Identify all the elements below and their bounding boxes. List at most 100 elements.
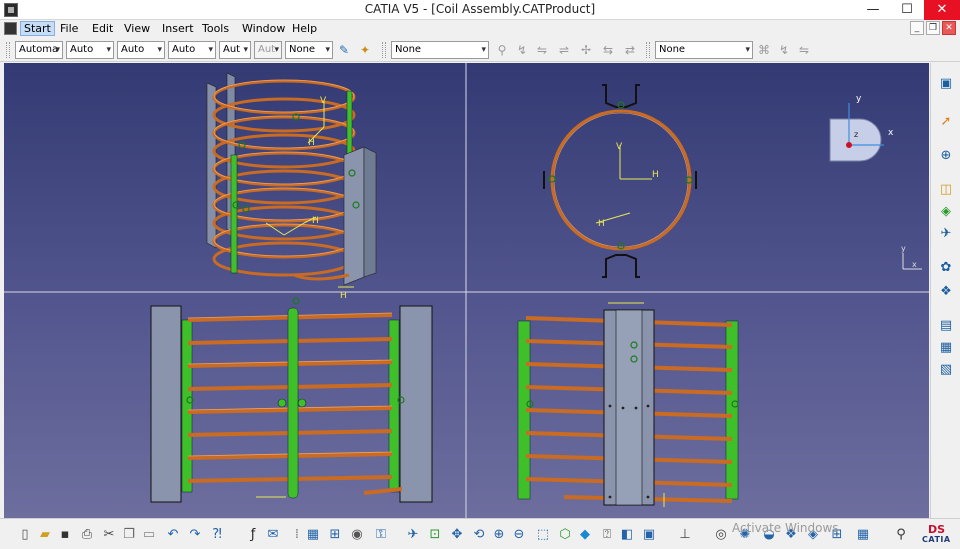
menu-file[interactable]: File xyxy=(60,22,78,35)
whatsthis-icon[interactable]: ⁈ xyxy=(208,526,226,544)
standard-select[interactable]: None xyxy=(391,41,489,59)
grid-icon[interactable]: ▦ xyxy=(854,526,872,544)
compass-widget[interactable]: y x z xyxy=(829,94,894,162)
select-icon[interactable]: ➚ xyxy=(937,113,955,131)
undo-icon[interactable]: ↶ xyxy=(164,526,182,544)
formula-icon[interactable]: ƒ xyxy=(244,526,262,544)
scene-select[interactable]: None xyxy=(655,41,753,59)
line-thickness-select[interactable]: Auto xyxy=(117,41,165,59)
minimize-button[interactable]: — xyxy=(856,0,890,20)
top-h-label: H xyxy=(652,170,659,180)
axis-icon[interactable]: ▣ xyxy=(640,526,658,544)
front-green-center[interactable] xyxy=(287,307,299,499)
filter-icon[interactable]: ▦ xyxy=(937,339,955,357)
hide-icon[interactable]: ⍰ xyxy=(598,526,616,544)
bearing-icon[interactable]: ⇄ xyxy=(622,42,638,58)
menu-window[interactable]: Window xyxy=(242,22,285,35)
cut-icon[interactable]: ✂ xyxy=(100,526,118,544)
close-button[interactable]: ✕ xyxy=(924,0,960,20)
normal-view-icon[interactable]: ⬚ xyxy=(534,526,552,544)
model-icon[interactable]: ▣ xyxy=(937,75,955,93)
toolbar-grip-3[interactable] xyxy=(646,42,650,58)
comment-icon[interactable]: ✉ xyxy=(264,526,282,544)
pan-icon[interactable]: ✥ xyxy=(448,526,466,544)
swap-icon[interactable]: ◧ xyxy=(618,526,636,544)
reset-icon[interactable]: ⇋ xyxy=(796,42,812,58)
top-axis-marks xyxy=(595,145,652,224)
menu-start[interactable]: Start xyxy=(20,21,55,36)
zoomin-icon[interactable]: ⊕ xyxy=(490,526,508,544)
top-view[interactable]: H V H xyxy=(543,84,697,278)
iso-view[interactable]: H H V xyxy=(206,72,377,286)
iso-view-icon[interactable]: ⬡ xyxy=(556,526,574,544)
menu-insert[interactable]: Insert xyxy=(162,22,194,35)
document-icon[interactable] xyxy=(4,22,17,35)
toolbar-grip[interactable] xyxy=(6,42,10,58)
apply-icon[interactable]: ↯ xyxy=(776,42,792,58)
fitall-icon[interactable]: ⊡ xyxy=(426,526,444,544)
new-icon[interactable]: ▯ xyxy=(16,526,34,544)
menu-edit[interactable]: Edit xyxy=(92,22,113,35)
camera-icon[interactable]: ✈ xyxy=(937,225,955,243)
zoomout-icon[interactable]: ⊖ xyxy=(510,526,528,544)
doc-close-button[interactable]: ✕ xyxy=(942,21,956,35)
menu-tools[interactable]: Tools xyxy=(202,22,229,35)
generate-icon[interactable]: ▧ xyxy=(937,361,955,379)
top-bracket-upper[interactable] xyxy=(602,84,640,108)
front-strut-right[interactable] xyxy=(399,305,433,503)
viewport-canvas[interactable]: H H V H V H y x z y x H xyxy=(4,63,929,518)
paste-icon[interactable]: ▭ xyxy=(140,526,158,544)
painter-icon[interactable]: ✎ xyxy=(336,42,352,58)
shading-icon[interactable]: ◆ xyxy=(576,526,594,544)
constraint-icon[interactable]: ⚲ xyxy=(494,42,510,58)
line-type-select[interactable]: Auto xyxy=(168,41,216,59)
doc-minimize-button[interactable]: _ xyxy=(910,21,924,35)
table-icon[interactable]: ▦ xyxy=(304,526,322,544)
redo-icon[interactable]: ↷ xyxy=(186,526,204,544)
tree-icon[interactable]: ⊞ xyxy=(326,526,344,544)
side-view[interactable] xyxy=(517,302,739,507)
menu-view[interactable]: View xyxy=(124,22,150,35)
top-bracket-lower[interactable] xyxy=(602,254,640,278)
fly-icon[interactable]: ✈ xyxy=(404,526,422,544)
print-icon[interactable]: ⎙ xyxy=(78,526,96,544)
iso-green-bar-front[interactable] xyxy=(230,154,238,274)
mirror-icon[interactable]: ⇋ xyxy=(534,42,550,58)
transparency-select[interactable]: Auto xyxy=(66,41,114,59)
point-type-select[interactable]: Aut xyxy=(219,41,251,59)
zoom-icon[interactable]: ⚲ xyxy=(892,526,910,544)
snap-icon[interactable]: ⊕ xyxy=(937,147,955,165)
rotate-icon[interactable]: ⟲ xyxy=(470,526,488,544)
toolbar-grip-2[interactable] xyxy=(382,42,386,58)
front-view[interactable]: H xyxy=(150,286,433,503)
assembly-icon[interactable]: ◫ xyxy=(937,181,955,199)
camera-icon[interactable]: ◎ xyxy=(712,526,730,544)
layer-select[interactable]: None xyxy=(285,41,333,59)
color-select[interactable]: Automa xyxy=(15,41,63,59)
constraint-icon[interactable]: ◈ xyxy=(937,203,955,221)
material-icon[interactable]: ✿ xyxy=(937,259,955,277)
frame-icon[interactable]: ⊥ xyxy=(676,526,694,544)
analysis-icon[interactable]: ✢ xyxy=(578,42,594,58)
open-icon[interactable]: ▰ xyxy=(36,526,54,544)
catalog-icon[interactable]: ▤ xyxy=(937,317,955,335)
menu-help[interactable]: Help xyxy=(292,22,317,35)
knowledge-icon[interactable]: ◉ xyxy=(348,526,366,544)
fix-icon[interactable]: ⇌ xyxy=(556,42,572,58)
top-ring[interactable] xyxy=(550,109,692,251)
flash-icon[interactable]: ⌘ xyxy=(756,42,772,58)
compass-plate[interactable] xyxy=(829,118,882,162)
copy-icon[interactable]: ❐ xyxy=(120,526,138,544)
brush-icon[interactable]: ✦ xyxy=(357,42,373,58)
save-icon[interactable]: ▪ xyxy=(56,526,74,544)
iso-strut-right[interactable] xyxy=(343,146,365,286)
front-strut-left[interactable] xyxy=(150,305,182,503)
scene-icon[interactable]: ❖ xyxy=(937,283,955,301)
3d-viewport[interactable]: H H V H V H y x z y x H xyxy=(4,63,929,518)
front-green-left[interactable] xyxy=(181,319,193,493)
doc-restore-button[interactable]: ❐ xyxy=(926,21,940,35)
catalog-icon[interactable]: ⚿ xyxy=(372,526,390,544)
bolt-icon[interactable]: ⇆ xyxy=(600,42,616,58)
maximize-button[interactable]: ☐ xyxy=(890,0,924,20)
measure-icon[interactable]: ↯ xyxy=(514,42,530,58)
